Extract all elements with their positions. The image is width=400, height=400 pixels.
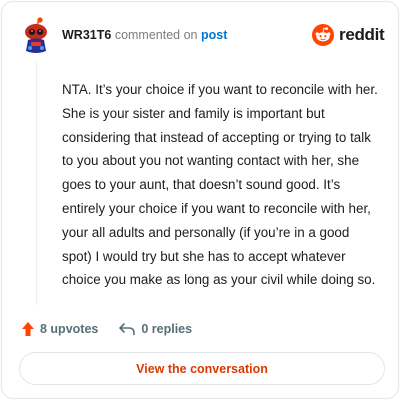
view-conversation-label: View the conversation xyxy=(136,361,268,376)
post-link[interactable]: post xyxy=(201,28,227,42)
view-conversation-button[interactable]: View the conversation xyxy=(19,352,385,385)
user-avatar[interactable] xyxy=(21,17,51,55)
comment-actions: 8 upvotes 0 replies xyxy=(21,319,192,339)
comment-header: WR31T6 commented on post xyxy=(62,28,227,43)
upvote-arrow-icon xyxy=(22,322,34,336)
reddit-logo[interactable]: reddit xyxy=(312,23,385,47)
upvote-button[interactable]: 8 upvotes xyxy=(21,321,98,337)
thread-line xyxy=(36,62,37,305)
commented-on-text: commented on xyxy=(114,28,198,42)
comment-body: NTA. It’s your choice if you want to rec… xyxy=(62,82,378,288)
upvote-count: 8 upvotes xyxy=(40,322,99,336)
reply-arrow-icon xyxy=(119,323,136,336)
username[interactable]: WR31T6 xyxy=(62,28,111,42)
reddit-snoo-icon xyxy=(312,24,334,46)
comment-card: WR31T6 commented on post reddit NTA. It’… xyxy=(1,1,399,399)
reddit-wordmark: reddit xyxy=(339,25,385,44)
replies-button[interactable]: 0 replies xyxy=(118,322,192,336)
reply-count: 0 replies xyxy=(141,322,193,336)
snoo-avatar-icon xyxy=(25,17,47,53)
